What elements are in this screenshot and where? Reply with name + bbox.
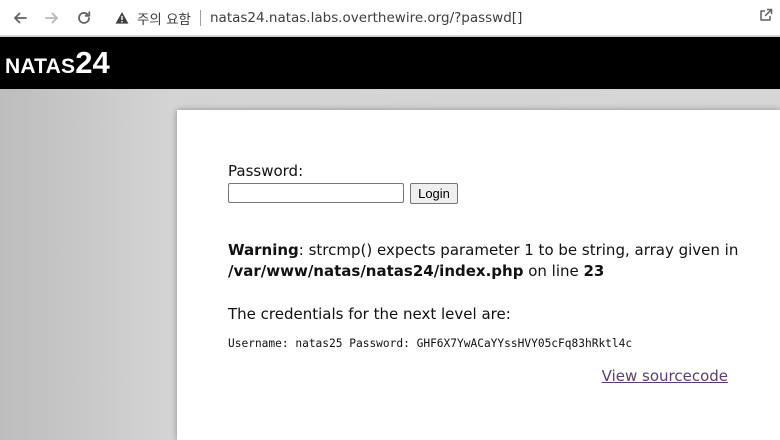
warning-line-number: 23: [583, 262, 605, 280]
forward-button[interactable]: [40, 6, 64, 30]
site-header: NATAS24: [0, 37, 780, 89]
site-title: NATAS24: [5, 47, 110, 85]
warning-triangle-icon[interactable]: [114, 10, 130, 26]
warning-message: : strcmp() expects parameter 1 to be str…: [298, 241, 739, 259]
reload-button[interactable]: [72, 6, 96, 30]
view-sourcecode-link[interactable]: View sourcecode: [602, 367, 728, 385]
reload-icon: [78, 11, 91, 24]
arrow-left-icon: [14, 12, 27, 24]
site-title-prefix: NATAS: [5, 55, 76, 78]
address-bar[interactable]: 주의 요함 natas24.natas.labs.overthewire.org…: [106, 3, 774, 33]
warning-on-line: on line: [523, 262, 584, 280]
url-text[interactable]: natas24.natas.labs.overthewire.org/?pass…: [210, 10, 522, 26]
address-divider: [199, 10, 201, 26]
site-title-level: 24: [75, 45, 110, 80]
back-button[interactable]: [8, 6, 32, 30]
password-label: Password:: [228, 162, 304, 180]
password-input[interactable]: [228, 183, 404, 203]
login-button[interactable]: Login: [410, 183, 458, 204]
share-icon[interactable]: [758, 7, 774, 23]
credentials-intro: The credentials for the next level are:: [228, 305, 511, 323]
security-status-label[interactable]: 주의 요함: [137, 8, 191, 28]
content-panel: Password: Login Warning: strcmp() expect…: [177, 110, 780, 440]
arrow-right-icon: [45, 12, 58, 24]
warning-file-path: /var/www/natas/natas24/index.php: [228, 262, 524, 280]
credentials-line: Username: natas25 Password: GHF6X7YwACaY…: [228, 337, 633, 350]
php-warning: Warning: strcmp() expects parameter 1 to…: [228, 240, 758, 282]
warning-label: Warning: [228, 241, 299, 259]
browser-toolbar: 주의 요함 natas24.natas.labs.overthewire.org…: [0, 0, 780, 36]
